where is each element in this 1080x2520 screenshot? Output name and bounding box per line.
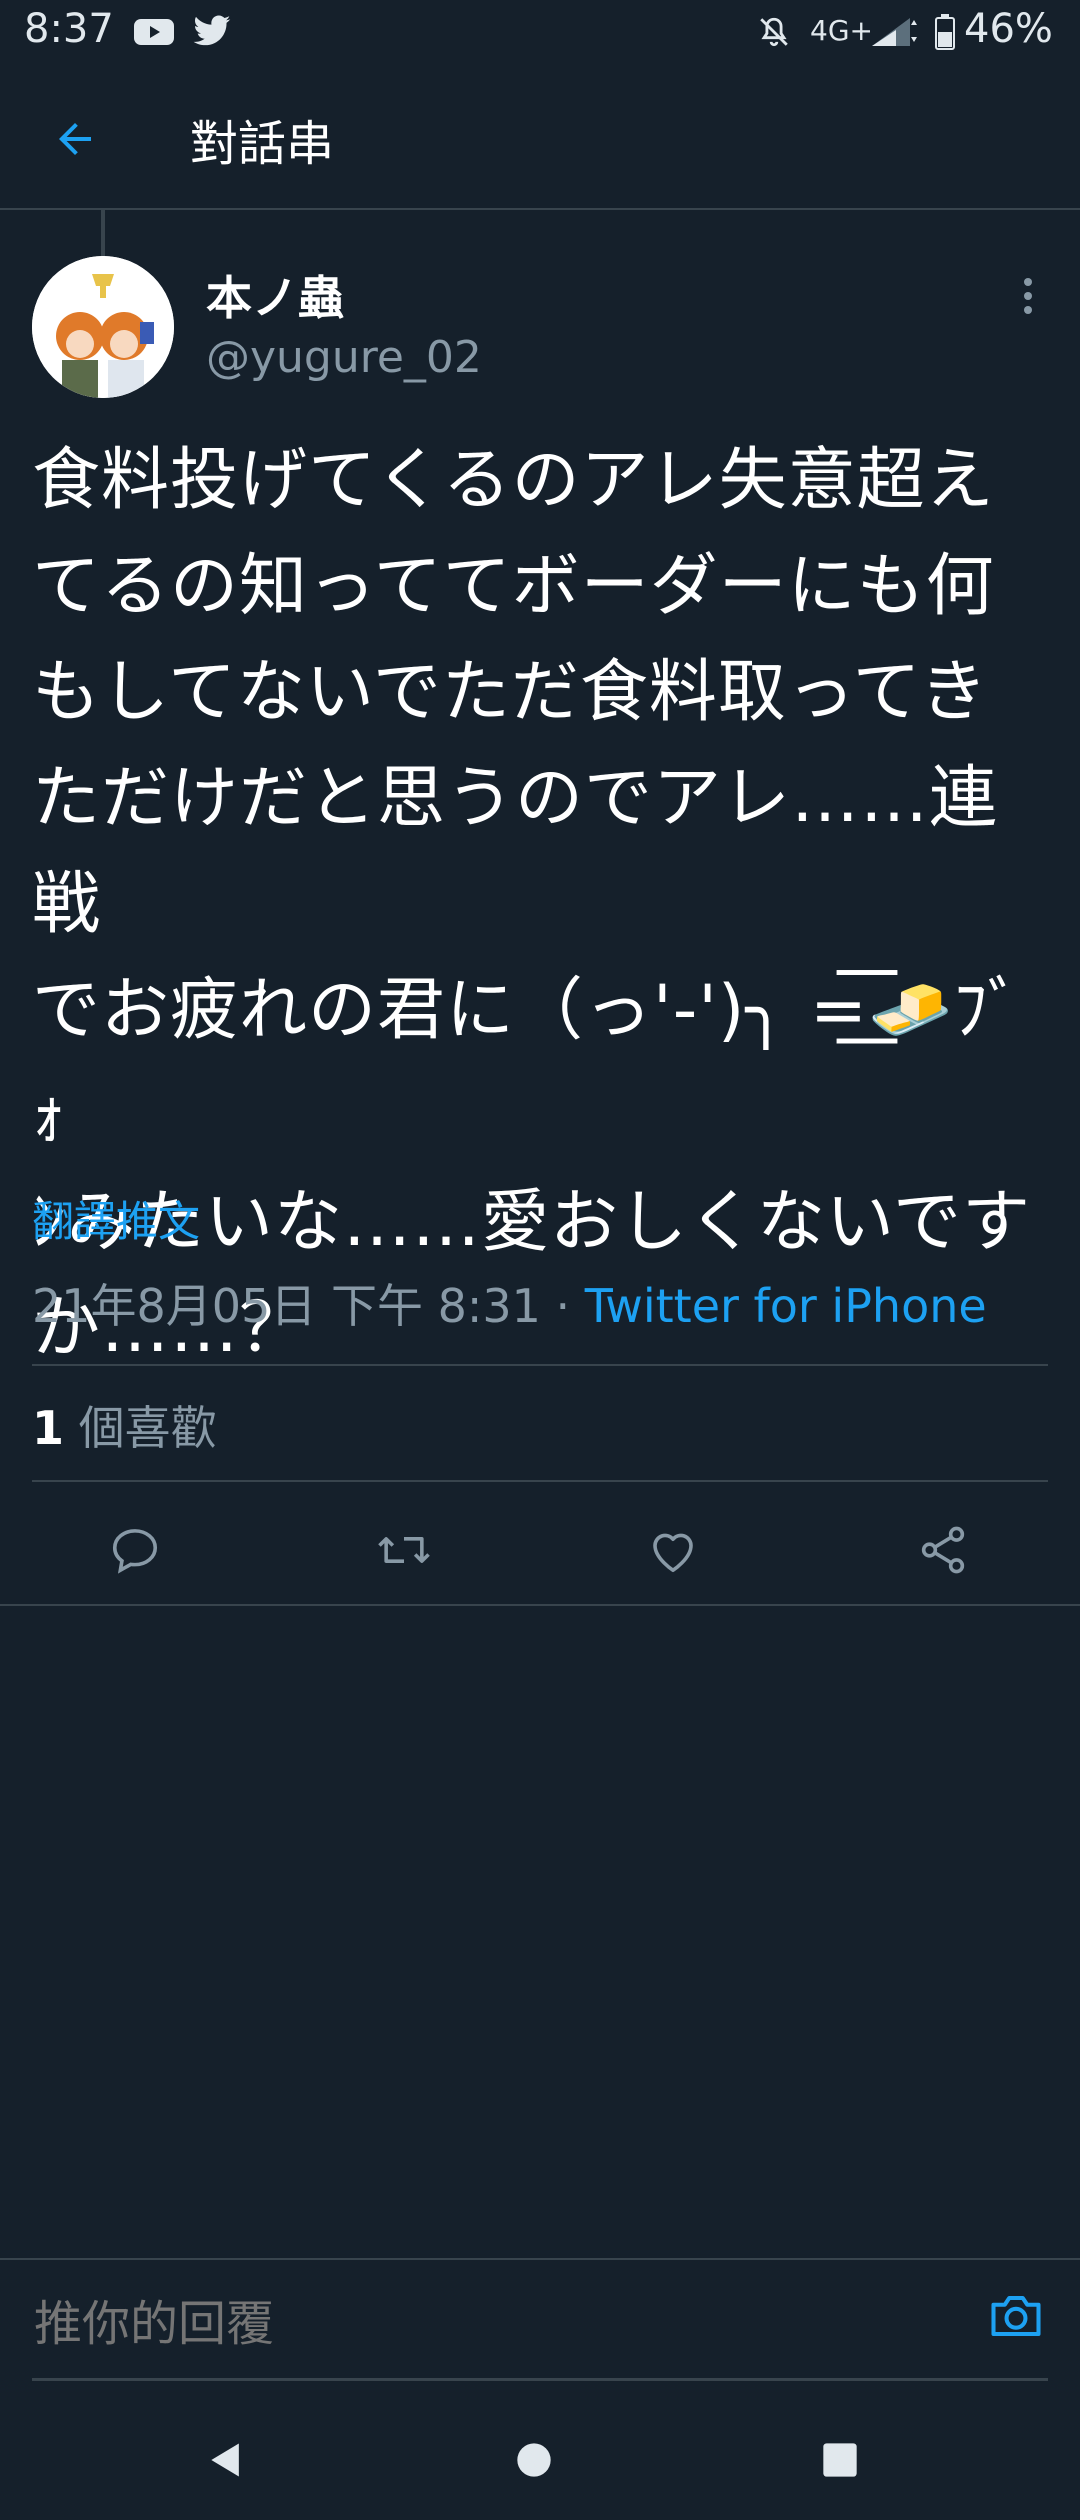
reply-button[interactable] <box>95 1510 175 1590</box>
display-name[interactable]: 本ノ蟲 <box>206 262 344 328</box>
username[interactable]: @yugure_02 <box>206 332 482 383</box>
meta-separator: · <box>540 1279 585 1333</box>
tweet-meta: 21年8月05日 下午 8:31 · Twitter for iPhone <box>32 1270 987 1336</box>
likes-label: 個喜歡 <box>64 1401 217 1455</box>
triangle-back-icon <box>211 2443 239 2477</box>
divider <box>32 1480 1048 1482</box>
status-bar: 8:37 4G+ 46% <box>0 0 1080 66</box>
divider <box>32 1364 1048 1366</box>
battery-percentage: 46% <box>964 6 1053 52</box>
system-navigation-bar <box>0 2400 1080 2520</box>
translate-tweet-link[interactable]: 翻譯推文 <box>32 1188 200 1249</box>
likes-count: 1 <box>32 1401 65 1455</box>
square-recents-icon <box>823 2443 857 2477</box>
nav-home-button[interactable] <box>504 2430 564 2490</box>
page-title: 對話串 <box>190 116 335 172</box>
status-time: 8:37 <box>24 6 114 52</box>
circle-home-icon <box>517 2443 551 2477</box>
like-button[interactable] <box>633 1510 713 1590</box>
network-label: 4G+ <box>810 14 873 47</box>
twitter-icon <box>190 14 234 50</box>
share-icon <box>921 1526 965 1574</box>
thread-connector-line <box>101 210 105 256</box>
arrow-left-icon <box>59 123 91 155</box>
nav-back-button[interactable] <box>196 2430 256 2490</box>
more-vertical-icon <box>1024 278 1032 314</box>
tweet-timestamp: 21年8月05日 下午 8:31 <box>32 1279 541 1333</box>
avatar[interactable] <box>32 256 174 398</box>
reply-icon <box>112 1529 158 1574</box>
top-app-bar: 對話串 <box>0 66 1080 210</box>
nav-recents-button[interactable] <box>810 2430 870 2490</box>
reply-input-underline <box>32 2378 1048 2381</box>
signal-icon <box>868 14 920 50</box>
divider <box>0 1604 1080 1606</box>
mute-icon <box>754 12 794 52</box>
youtube-icon <box>132 14 176 50</box>
more-options-button[interactable] <box>1010 272 1046 322</box>
reply-input[interactable] <box>32 2288 936 2360</box>
retweet-button[interactable] <box>364 1510 444 1590</box>
tweet-source-link[interactable]: Twitter for iPhone <box>585 1279 987 1333</box>
reply-composer <box>0 2258 1080 2381</box>
likes-row[interactable]: 1 個喜歡 <box>32 1392 217 1458</box>
camera-button[interactable] <box>982 2282 1050 2350</box>
heart-icon <box>653 1533 693 1573</box>
battery-icon <box>934 12 956 52</box>
back-button[interactable] <box>40 104 110 174</box>
share-button[interactable] <box>903 1510 983 1590</box>
retweet-icon <box>378 1537 430 1563</box>
camera-icon <box>991 2295 1041 2337</box>
